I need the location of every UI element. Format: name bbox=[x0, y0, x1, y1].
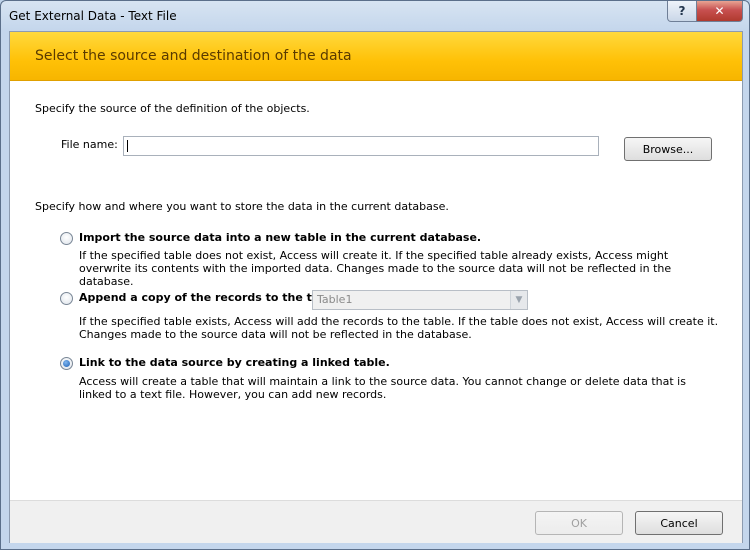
link-option-label[interactable]: Link to the data source by creating a li… bbox=[79, 356, 390, 369]
append-option-description: If the specified table exists, Access wi… bbox=[79, 315, 719, 341]
storage-instruction: Specify how and where you want to store … bbox=[35, 200, 449, 213]
close-icon: ✕ bbox=[714, 4, 725, 18]
cancel-button[interactable]: Cancel bbox=[635, 511, 723, 535]
file-name-label: File name: bbox=[61, 138, 118, 151]
cancel-button-label: Cancel bbox=[660, 516, 698, 530]
import-option-description: If the specified table does not exist, A… bbox=[79, 249, 672, 288]
help-icon: ? bbox=[678, 4, 686, 18]
close-button[interactable]: ✕ bbox=[696, 1, 743, 22]
append-option-label[interactable]: Append a copy of the records to the tabl… bbox=[79, 291, 343, 304]
append-table-value: Table1 bbox=[317, 293, 353, 306]
import-option-label[interactable]: Import the source data into a new table … bbox=[79, 231, 481, 244]
title-bar: Get External Data - Text File ? ✕ bbox=[1, 1, 749, 31]
dialog-footer: OK Cancel bbox=[10, 500, 742, 543]
append-radio[interactable] bbox=[60, 292, 73, 305]
browse-button-label: Browse... bbox=[642, 142, 694, 156]
ok-button[interactable]: OK bbox=[535, 511, 623, 535]
header-banner: Select the source and destination of the… bbox=[10, 32, 742, 81]
window-title: Get External Data - Text File bbox=[9, 9, 177, 23]
help-button[interactable]: ? bbox=[667, 1, 697, 22]
source-instruction: Specify the source of the definition of … bbox=[35, 102, 310, 115]
dialog-content: Select the source and destination of the… bbox=[9, 31, 743, 543]
text-caret bbox=[127, 140, 128, 152]
link-radio[interactable] bbox=[60, 357, 73, 370]
append-table-select[interactable]: Table1 ▼ bbox=[312, 290, 528, 310]
browse-button[interactable]: Browse... bbox=[624, 137, 712, 161]
import-radio[interactable] bbox=[60, 232, 73, 245]
chevron-down-icon: ▼ bbox=[510, 291, 527, 309]
file-name-input[interactable] bbox=[123, 136, 599, 156]
banner-title: Select the source and destination of the… bbox=[35, 48, 352, 64]
ok-button-label: OK bbox=[571, 516, 587, 530]
link-option-description: Access will create a table that will mai… bbox=[79, 375, 686, 401]
dialog-window: Get External Data - Text File ? ✕ Select… bbox=[0, 0, 750, 550]
